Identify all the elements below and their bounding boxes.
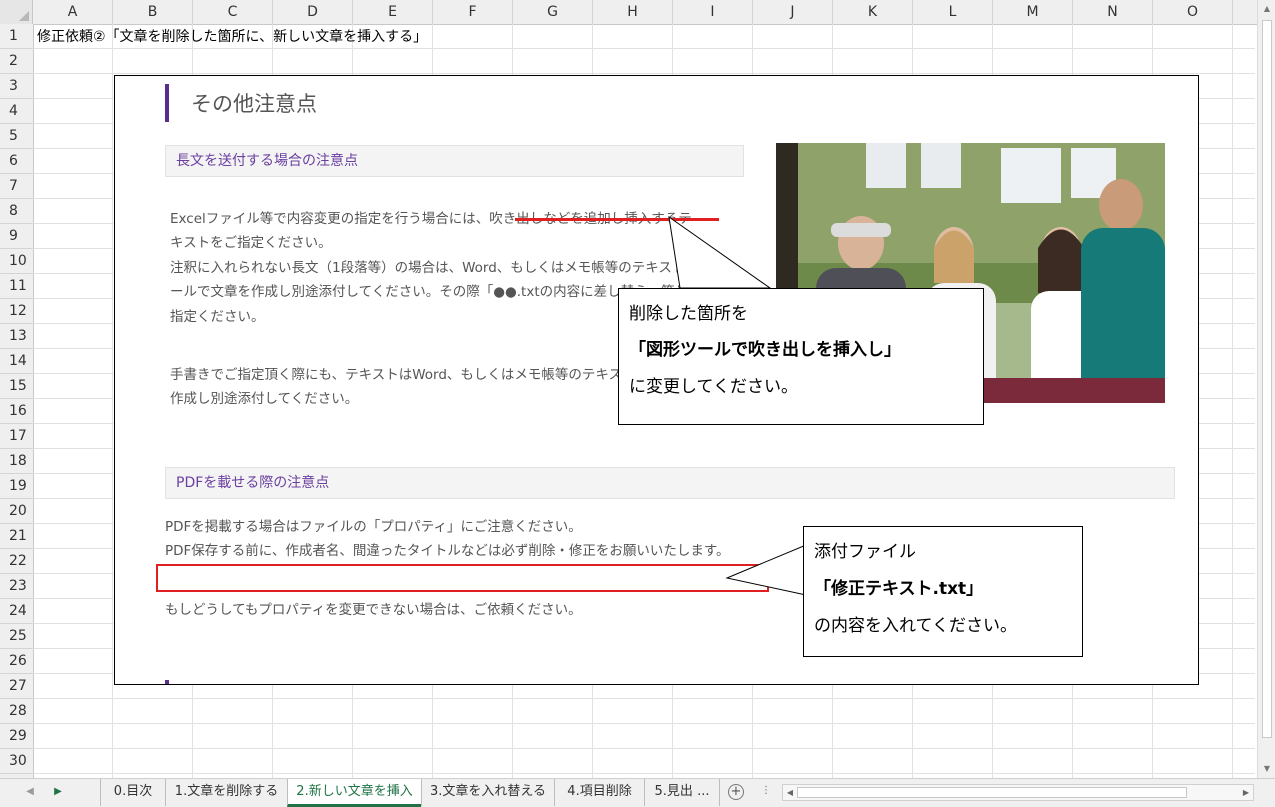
callout-delete-instruction[interactable]: 削除した箇所を 「図形ツールで吹き出しを挿入し」 に変更してください。 — [618, 288, 984, 425]
tab-insert-text[interactable]: 2.新しい文章を挿入 — [287, 779, 421, 807]
callout-line-bold: 「修正テキスト.txt」 — [814, 579, 984, 599]
sheet-tab-bar: ◀ ▶ 0.目次 1.文章を削除する 2.新しい文章を挿入 3.文章を入れ替える… — [0, 778, 1275, 807]
callout-line: に変更してください。 — [629, 377, 798, 397]
tab-delete-item[interactable]: 4.項目削除 — [554, 779, 644, 806]
callout-line-bold: 「図形ツールで吹き出しを挿入し」 — [629, 340, 901, 360]
add-sheet-icon[interactable]: + — [728, 784, 744, 800]
scroll-left-icon[interactable]: ◀ — [783, 785, 797, 800]
scroll-down-icon[interactable]: ▼ — [1258, 760, 1275, 778]
tab-heading[interactable]: 5.見出 ... — [644, 779, 720, 806]
tab-contents[interactable]: 0.目次 — [100, 779, 165, 806]
next-sheet-icon[interactable]: ▶ — [50, 784, 66, 800]
callout-insert-instruction[interactable]: 添付ファイル 「修正テキスト.txt」 の内容を入れてください。 — [803, 526, 1083, 657]
horizontal-scrollbar[interactable]: ◀ ▶ — [782, 784, 1254, 801]
tab-delete-text[interactable]: 1.文章を削除する — [165, 779, 287, 806]
vertical-scroll-thumb[interactable] — [1262, 20, 1272, 738]
tab-replace-text[interactable]: 3.文章を入れ替える — [421, 779, 554, 806]
horizontal-scroll-thumb[interactable] — [797, 787, 1187, 798]
callout-line: 添付ファイル — [814, 542, 916, 562]
scroll-up-icon[interactable]: ▲ — [1258, 0, 1275, 18]
scroll-right-icon[interactable]: ▶ — [1239, 785, 1253, 800]
callout-line: 削除した箇所を — [629, 304, 748, 324]
callout-line: の内容を入れてください。 — [814, 616, 1017, 636]
more-options-icon[interactable]: ⋮ — [761, 785, 771, 796]
vertical-scrollbar[interactable]: ▲ ▼ — [1257, 0, 1275, 778]
prev-sheet-icon[interactable]: ◀ — [22, 784, 38, 800]
